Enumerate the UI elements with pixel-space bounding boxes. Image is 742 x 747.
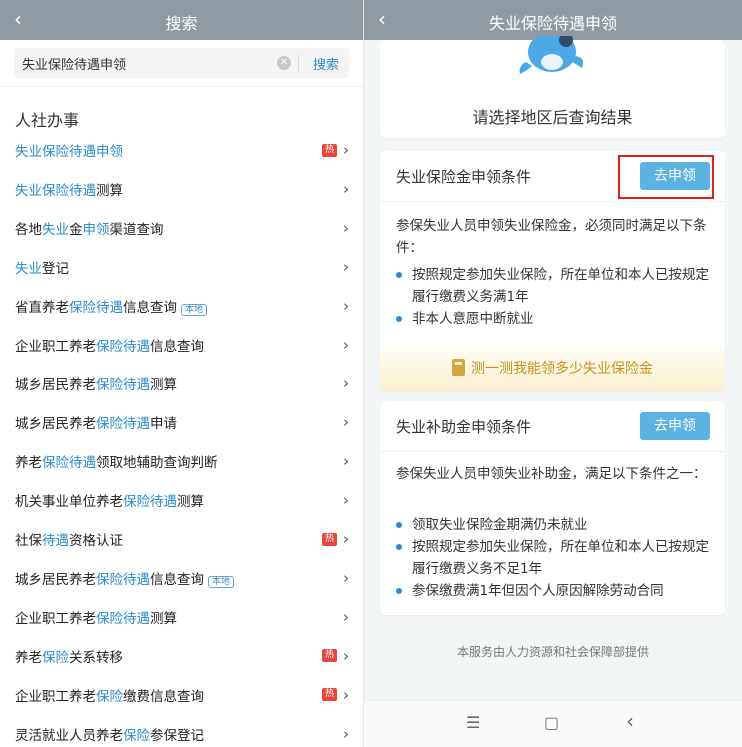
chevron-right-icon: › <box>343 257 349 276</box>
unemployment-subsidy-card: 失业补助金申领条件 去申领 参保失业人员申领失业补助金，满足以下条件之一： 领取… <box>380 401 725 615</box>
region-prompt: 请选择地区后查询结果 <box>472 108 633 127</box>
list-item-label: 省直养老保险待遇信息查询 本地 <box>15 296 343 316</box>
list-item-label: 城乡居民养老保险待遇申请 <box>15 416 177 433</box>
condition-item: 按照规定参加失业保险，所在单位和本人已按规定履行缴费义务满1年 <box>396 264 713 308</box>
list-item-label: 企业职工养老保险待遇测算 <box>15 610 177 627</box>
list-item[interactable]: 机关事业单位养老保险待遇测算 › <box>15 481 349 519</box>
system-nav-bar: ☰ ▢ ‹ <box>364 700 742 747</box>
apply-button[interactable]: 去申领 <box>640 412 710 440</box>
page-title: 搜索 <box>165 14 198 33</box>
list-item[interactable]: 养老保险关系转移 热 › <box>15 637 349 675</box>
chevron-right-icon: › <box>343 530 349 548</box>
conditions-text: 参保失业人员申领失业保险金，必须同时满足以下条件： <box>396 218 707 256</box>
divider <box>380 201 725 202</box>
list-item[interactable]: 城乡居民养老保险待遇测算 › <box>15 364 349 402</box>
list-item[interactable]: 灵活就业人员养老保险参保登记 › <box>15 715 349 747</box>
chevron-right-icon: › <box>343 179 349 198</box>
list-item-label: 城乡居民养老保险待遇信息查询 本地 <box>15 568 343 588</box>
back-icon[interactable]: ‹ <box>626 709 634 733</box>
list-item-label: 企业职工养老保险缴费信息查询 <box>15 688 204 705</box>
chevron-right-icon: › <box>343 491 349 510</box>
mascot-illustration <box>519 36 584 74</box>
calculator-icon <box>452 359 465 376</box>
condition-item: 按照规定参加失业保险，所在单位和本人已按规定履行缴费义务不足1年 <box>396 536 713 580</box>
hot-badge: 热 <box>321 532 337 546</box>
chevron-right-icon: › <box>343 374 349 393</box>
list-item-label: 社保待遇资格认证 <box>15 533 123 549</box>
list-item[interactable]: 社保待遇资格认证 热 › <box>15 520 349 558</box>
list-item-label: 灵活就业人员养老保险参保登记 <box>15 727 204 744</box>
search-screen: ‹ 搜索 失业保险待遇申领 ✕ 搜索 人社办事 失业保险待遇申领热 › 失业保险待遇… <box>0 0 364 747</box>
card-heading: 失业补助金申领条件 <box>396 418 532 436</box>
provider-note: 本服务由人力资源和社会保障部提供 <box>456 645 649 659</box>
list-item[interactable]: 失业保险待遇申领 热 › <box>15 131 349 169</box>
chevron-right-icon: › <box>343 724 349 743</box>
list-item[interactable]: 养老保险待遇领取地辅助查询判断 › <box>15 442 349 480</box>
chevron-right-icon: › <box>343 335 349 354</box>
chevron-right-icon: › <box>343 413 349 432</box>
region-card[interactable]: 请选择地区后查询结果 <box>380 36 725 138</box>
hot-badge: 热 <box>321 649 337 663</box>
search-input[interactable]: 失业保险待遇申领 ✕ 搜索 <box>14 48 349 78</box>
list-item-label: 养老保险待遇领取地辅助查询判断 <box>15 455 218 472</box>
chevron-right-icon: › <box>343 296 349 315</box>
clear-icon[interactable]: ✕ <box>277 56 291 70</box>
hot-badge: 热 <box>321 688 337 702</box>
home-icon[interactable]: ▢ <box>544 713 559 732</box>
chevron-right-icon: › <box>343 607 349 626</box>
list-item[interactable]: 企业职工养老保险待遇测算 › <box>15 598 349 636</box>
condition-item: 参保缴费满1年但因个人原因解除劳动合同 <box>396 580 713 602</box>
unemployment-benefit-card: 失业保险金申领条件 去申领 参保失业人员申领失业保险金，必须同时满足以下条件： … <box>380 151 725 391</box>
chevron-right-icon: › <box>343 685 349 704</box>
apply-button[interactable]: 去申领 <box>640 162 710 190</box>
chevron-right-icon: › <box>343 568 349 587</box>
chevron-right-icon: › <box>343 452 349 471</box>
local-tag: 本地 <box>208 575 235 588</box>
search-query[interactable]: 失业保险待遇申领 <box>22 54 126 73</box>
search-header: ‹ 搜索 <box>0 0 363 40</box>
chevron-right-icon: › <box>343 141 349 159</box>
search-button[interactable]: 搜索 <box>313 54 339 73</box>
divider <box>380 451 725 452</box>
benefit-calculator-link[interactable]: 测一测我能领多少失业保险金 <box>380 347 725 391</box>
detail-screen: ‹ 失业保险待遇申领 请选择地区后查询结果 失业保险金申领条件 去申领 参保失业… <box>364 0 742 747</box>
list-item[interactable]: 企业职工养老保险待遇信息查询 › <box>15 326 349 364</box>
list-item[interactable]: 失业保险待遇测算 › <box>15 170 349 208</box>
condition-item: 非本人意愿中断就业 <box>396 308 713 330</box>
list-item-label: 失业登记 <box>15 260 69 277</box>
search-row: 失业保险待遇申领 ✕ 搜索 <box>0 40 363 87</box>
hot-badge: 热 <box>321 143 337 157</box>
chevron-right-icon: › <box>343 646 349 665</box>
list-item-label: 企业职工养老保险待遇信息查询 <box>15 338 204 355</box>
chevron-right-icon: › <box>343 218 349 237</box>
calculator-label: 测一测我能领多少失业保险金 <box>471 361 653 377</box>
local-tag: 本地 <box>181 303 208 316</box>
condition-item: 领取失业保险金期满仍未就业 <box>396 514 713 536</box>
conditions-text: 参保失业人员申领失业补助金，满足以下条件之一： <box>396 466 707 482</box>
page-title: 失业保险待遇申领 <box>488 14 617 33</box>
list-item[interactable]: 企业职工养老保险缴费信息查询 热 › <box>15 676 349 714</box>
search-divider <box>298 54 299 72</box>
list-item-label: 失业保险待遇申领 <box>15 144 123 160</box>
list-item[interactable]: 各地失业金申领渠道查询 › <box>15 209 349 247</box>
list-item-label: 各地失业金申领渠道查询 <box>15 221 164 238</box>
detail-header: ‹ 失业保险待遇申领 <box>364 0 742 40</box>
list-item-label: 失业保险待遇测算 <box>15 182 123 199</box>
section-title: 人社办事 <box>15 111 80 130</box>
list-item[interactable]: 省直养老保险待遇信息查询 本地 › <box>15 287 349 325</box>
list-item[interactable]: 城乡居民养老保险待遇申请 › <box>15 403 349 441</box>
list-item-label: 城乡居民养老保险待遇测算 <box>15 377 177 394</box>
card-heading: 失业保险金申领条件 <box>396 168 532 186</box>
list-item[interactable]: 城乡居民养老保险待遇信息查询 本地 › <box>15 559 349 597</box>
menu-icon[interactable]: ☰ <box>466 713 480 732</box>
list-item[interactable]: 失业登记 › <box>15 248 349 286</box>
list-item-label: 养老保险关系转移 <box>15 649 123 666</box>
list-item-label: 机关事业单位养老保险待遇测算 <box>15 494 204 511</box>
